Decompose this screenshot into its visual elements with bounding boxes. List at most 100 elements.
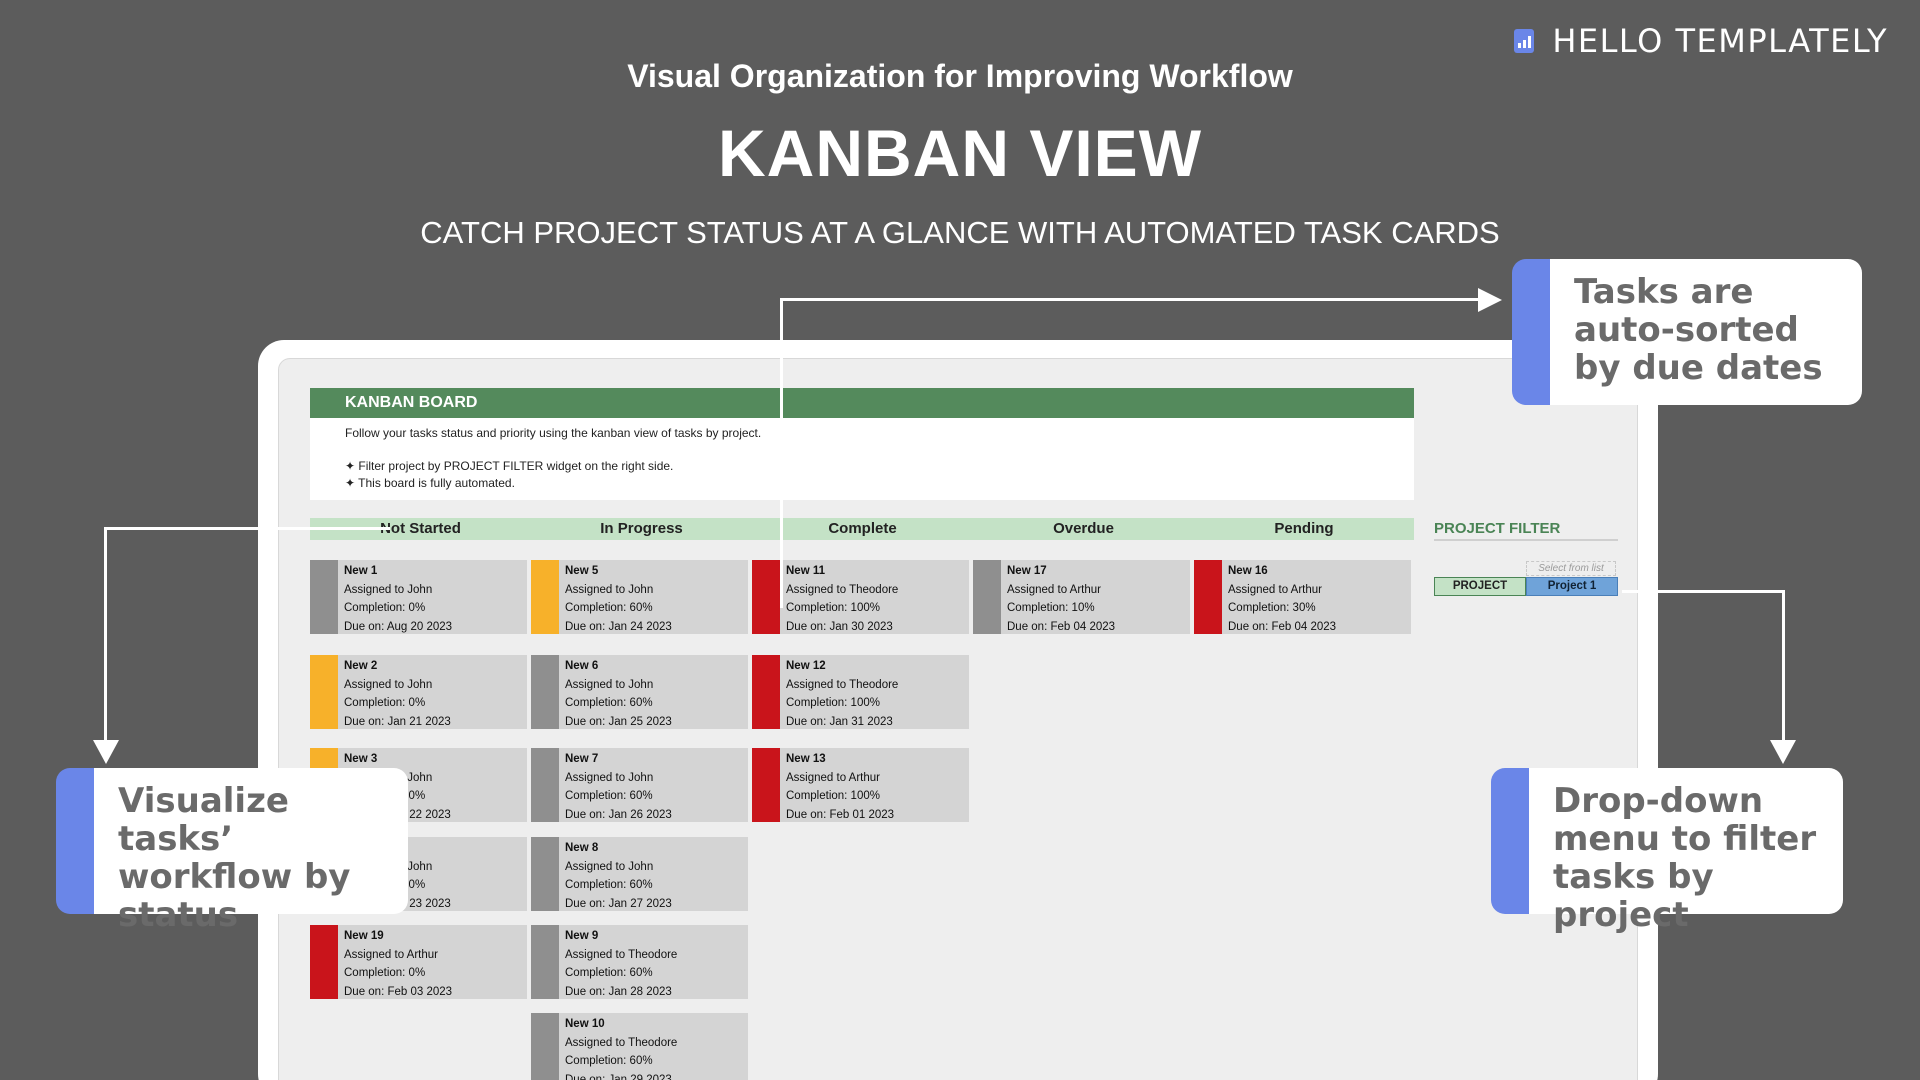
task-due-date: Due on: Jan 31 2023 [786,715,893,728]
priority-indicator [752,655,780,729]
task-name: New 2 [344,660,378,672]
task-card[interactable]: New 2 Assigned to John Completion: 0% Due o… [310,655,527,729]
callout-auto-sorted: Tasks are auto-sorted by due dates [1512,259,1862,405]
task-assignee: Assigned to John [565,678,654,691]
project-filter-hint: Select from list [1526,561,1616,576]
project-filter-dropdown[interactable]: Project 1 [1526,577,1618,596]
callout-workflow-status: Visualize tasks’ workflow by status [56,768,408,934]
task-name: New 9 [565,930,599,942]
priority-indicator [1194,560,1222,634]
task-completion: Completion: 10% [1007,602,1095,615]
task-card[interactable]: New 10 Assigned to Theodore Completion: 60… [531,1013,748,1080]
task-card-text: New 9 Assigned to Theodore Completion: 60%… [565,927,677,1001]
task-completion: Completion: 0% [344,967,426,980]
connector-line [1782,590,1785,742]
task-assignee: Assigned to John [344,678,433,691]
task-assignee: Assigned to John [565,771,654,784]
priority-indicator [310,925,338,999]
priority-indicator [310,560,338,634]
project-filter-label: PROJECT [1434,577,1526,596]
priority-indicator [973,560,1001,634]
task-assignee: Assigned to Arthur [1228,583,1322,596]
task-completion: Completion: 60% [565,1055,653,1068]
task-due-date: Due on: Jan 21 2023 [344,715,451,728]
task-name: New 10 [565,1018,605,1030]
connector-line [780,298,1480,301]
task-card[interactable]: New 6 Assigned to John Completion: 60% Due … [531,655,748,729]
task-name: New 11 [786,565,825,577]
task-completion: Completion: 60% [565,790,653,803]
task-due-date: Due on: Feb 03 2023 [344,985,453,998]
task-name: New 13 [786,753,826,765]
project-filter-title: PROJECT FILTER [1434,520,1618,541]
task-name: New 19 [344,930,384,942]
arrow-down-icon [93,740,119,764]
task-card[interactable]: New 16 Assigned to Arthur Completion: 30% D… [1194,560,1411,634]
task-completion: Completion: 100% [786,697,880,710]
task-card[interactable]: New 5 Assigned to John Completion: 60% Due … [531,560,748,634]
task-assignee: Assigned to Arthur [1007,583,1101,596]
task-card-text: New 5 Assigned to John Completion: 60% Due … [565,562,672,636]
priority-indicator [310,655,338,729]
connector-line [104,527,107,742]
task-card-text: New 7 Assigned to John Completion: 60% Due … [565,750,672,824]
task-due-date: Due on: Jan 30 2023 [786,620,893,633]
task-due-date: Due on: Feb 04 2023 [1007,620,1116,633]
board-note: ✦ Filter project by PROJECT FILTER widge… [345,459,674,473]
task-card-text: New 13 Assigned to Arthur Completion: 100%… [786,750,894,824]
task-card-text: New 6 Assigned to John Completion: 60% Due … [565,657,672,731]
task-due-date: Due on: Feb 01 2023 [786,808,895,821]
task-assignee: Assigned to Arthur [786,771,880,784]
task-assignee: Assigned to Theodore [565,1036,678,1049]
task-name: New 8 [565,842,599,854]
connector-line [780,298,783,608]
task-completion: Completion: 60% [565,697,653,710]
task-card[interactable]: New 1 Assigned to John Completion: 0% Due o… [310,560,527,634]
task-completion: Completion: 0% [344,602,426,615]
priority-indicator [531,748,559,822]
hero-subtitle: Visual Organization for Improving Workfl… [627,58,1293,94]
task-card[interactable]: New 12 Assigned to Theodore Completion: 10… [752,655,969,729]
task-card-text: New 12 Assigned to Theodore Completion: 10… [786,657,898,731]
board-note: ✦ This board is fully automated. [345,476,515,490]
column-header-pending: Pending [1194,518,1414,540]
task-completion: Completion: 0% [344,697,426,710]
priority-indicator [752,560,780,634]
task-due-date: Due on: Aug 20 2023 [344,620,453,633]
task-completion: Completion: 60% [565,879,653,892]
task-due-date: Due on: Jan 27 2023 [565,897,672,910]
task-assignee: Assigned to John [565,860,654,873]
column-header-complete: Complete [752,518,973,540]
task-due-date: Due on: Feb 04 2023 [1228,620,1337,633]
task-assignee: Assigned to John [565,583,654,596]
task-due-date: Due on: Jan 29 2023 [565,1073,672,1080]
task-card[interactable]: New 8 Assigned to John Completion: 60% Due … [531,837,748,911]
task-assignee: Assigned to Arthur [344,948,438,961]
task-card-text: New 11 Assigned to Theodore Completion: 10… [786,562,898,636]
priority-indicator [531,1013,559,1080]
board-description-text: Follow your tasks status and priority us… [345,426,762,440]
hero-tagline: CATCH PROJECT STATUS AT A GLANCE WITH AU… [420,215,1500,250]
callout-dropdown-filter: Drop-down menu to filter tasks by projec… [1491,768,1843,934]
task-card[interactable]: New 19 Assigned to Arthur Completion: 0% Du… [310,925,527,999]
task-name: New 16 [1228,565,1268,577]
arrow-right-icon [1478,288,1502,312]
task-card[interactable]: New 9 Assigned to Theodore Completion: 60%… [531,925,748,999]
task-assignee: Assigned to Theodore [565,948,678,961]
task-card[interactable]: New 13 Assigned to Arthur Completion: 100%… [752,748,969,822]
priority-indicator [752,748,780,822]
task-card[interactable]: New 7 Assigned to John Completion: 60% Due … [531,748,748,822]
priority-indicator [531,837,559,911]
arrow-down-icon [1770,740,1796,764]
task-assignee: Assigned to John [344,583,433,596]
column-header-in-progress: In Progress [531,518,752,540]
task-due-date: Due on: Jan 24 2023 [565,620,672,633]
hero-title: KANBAN VIEW [718,116,1202,190]
task-assignee: Assigned to Theodore [786,678,899,691]
task-card[interactable]: New 17 Assigned to Arthur Completion: 10% D… [973,560,1190,634]
task-card-text: New 19 Assigned to Arthur Completion: 0% Du… [344,927,452,1001]
task-completion: Completion: 60% [565,967,653,980]
task-name: New 12 [786,660,826,672]
task-completion: Completion: 100% [786,790,880,803]
task-card[interactable]: New 11 Assigned to Theodore Completion: 10… [752,560,969,634]
